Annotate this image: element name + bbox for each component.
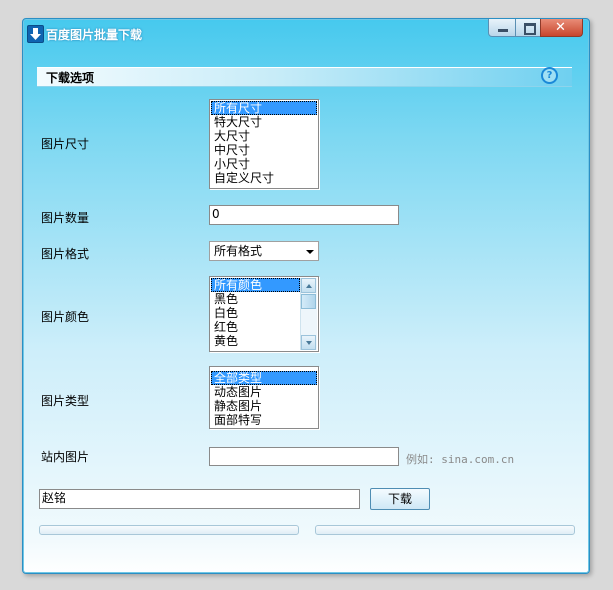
minimize-icon	[498, 29, 508, 32]
count-input[interactable]: 0	[209, 205, 399, 225]
format-select[interactable]: 所有格式	[209, 241, 319, 261]
type-option[interactable]: 动态图片	[211, 385, 317, 399]
type-option[interactable]: 面部特写	[211, 413, 317, 427]
window-title: 百度图片批量下载	[46, 28, 143, 42]
site-hint: 例如: sina.com.cn	[406, 453, 515, 466]
size-option[interactable]: 大尺寸	[211, 129, 317, 143]
color-option[interactable]: 所有颜色	[211, 278, 300, 292]
size-option[interactable]: 特大尺寸	[211, 115, 317, 129]
format-label: 图片格式	[41, 247, 90, 261]
maximize-icon	[524, 23, 536, 35]
section-title: 下载选项	[46, 71, 95, 85]
arrow-up-icon	[306, 284, 312, 288]
size-listbox[interactable]: 所有尺寸 特大尺寸 大尺寸 中尺寸 小尺寸 自定义尺寸	[209, 99, 319, 189]
scroll-down-button[interactable]	[301, 335, 316, 350]
site-label: 站内图片	[41, 450, 90, 464]
type-option[interactable]: 静态图片	[211, 399, 317, 413]
arrow-down-icon	[306, 341, 312, 345]
progress-bar-left	[39, 525, 299, 535]
keyword-input[interactable]: 赵铭	[39, 489, 360, 509]
scroll-up-button[interactable]	[301, 278, 316, 293]
count-label: 图片数量	[41, 211, 90, 225]
chevron-down-icon	[306, 250, 314, 254]
type-option[interactable]: 全部类型	[211, 371, 317, 385]
progress-bar-right	[315, 525, 575, 535]
close-button[interactable]: ✕	[540, 19, 583, 37]
color-label: 图片颜色	[41, 310, 90, 324]
color-listbox[interactable]: 所有颜色 黑色 白色 红色 黄色	[209, 276, 319, 352]
site-input[interactable]	[209, 447, 399, 466]
scroll-thumb[interactable]	[301, 294, 316, 309]
download-button[interactable]: 下载	[370, 488, 430, 510]
type-listbox[interactable]: 全部类型 动态图片 静态图片 面部特写	[209, 366, 319, 429]
size-option[interactable]: 自定义尺寸	[211, 171, 317, 185]
app-window: 百度图片批量下载 ✕ 下载选项 ? 图片尺寸 所有尺寸 特大尺寸 大尺寸 中尺寸…	[22, 18, 590, 574]
download-app-icon	[27, 25, 44, 43]
minimize-button[interactable]	[488, 19, 516, 37]
color-scrollbar[interactable]	[300, 278, 317, 350]
type-label: 图片类型	[41, 394, 90, 408]
size-option[interactable]: 小尺寸	[211, 157, 317, 171]
format-select-value: 所有格式	[214, 244, 263, 258]
options-section-header: 下载选项	[37, 67, 572, 87]
title-bar[interactable]: 百度图片批量下载 ✕	[23, 19, 589, 47]
size-option[interactable]: 所有尺寸	[211, 101, 317, 115]
size-label: 图片尺寸	[41, 137, 90, 151]
close-icon: ✕	[555, 20, 566, 35]
help-icon[interactable]: ?	[541, 67, 558, 84]
maximize-button[interactable]	[515, 19, 541, 37]
size-option[interactable]: 中尺寸	[211, 143, 317, 157]
